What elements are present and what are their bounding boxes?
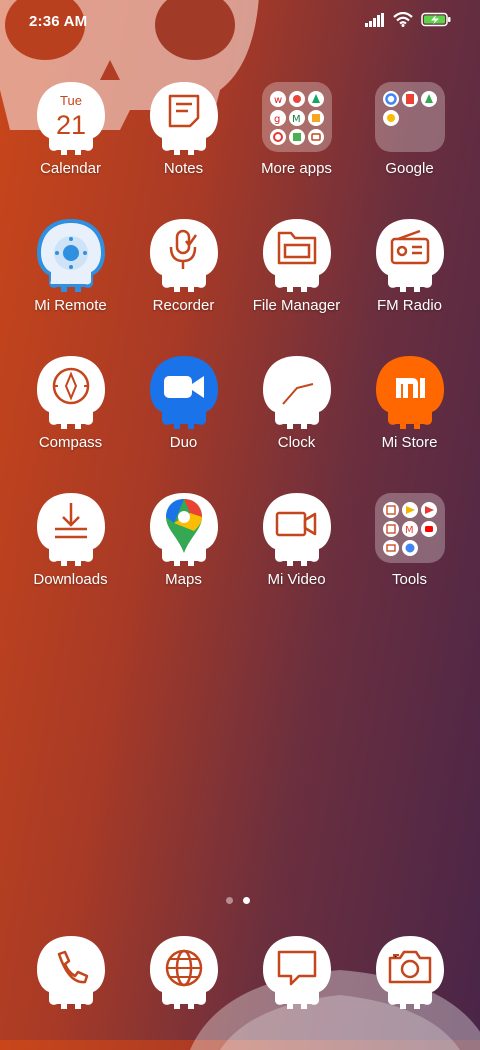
app-recorder[interactable]: Recorder <box>127 217 240 337</box>
status-time: 2:36 AM <box>29 13 88 30</box>
page-indicator[interactable] <box>226 897 250 904</box>
app-clock[interactable]: Clock <box>240 354 353 474</box>
dock-messages[interactable] <box>261 934 333 1012</box>
calendar-day-number: 21 <box>55 110 87 140</box>
app-label: Tools <box>391 571 428 588</box>
mi-logo-icon <box>376 356 444 429</box>
app-file-manager[interactable]: File Manager <box>240 217 353 337</box>
folder-mini-icons: M <box>383 502 437 556</box>
wifi-icon <box>393 12 413 27</box>
app-downloads[interactable]: Downloads <box>14 491 127 611</box>
page-dot-active[interactable] <box>243 897 250 904</box>
folder-more-apps[interactable]: w g M More apps <box>240 80 353 200</box>
compass-icon <box>37 356 105 429</box>
app-maps[interactable]: Maps <box>127 491 240 611</box>
app-duo[interactable]: Duo <box>127 354 240 474</box>
app-label: Mi Remote <box>34 297 107 314</box>
video-call-icon <box>150 356 218 429</box>
svg-text:w: w <box>274 95 282 106</box>
folder-more-apps-preview: w g M <box>262 82 332 152</box>
svg-text:g: g <box>274 114 280 125</box>
remote-icon <box>37 219 105 292</box>
app-label: More apps <box>261 160 332 177</box>
microphone-icon <box>150 219 218 292</box>
app-label: Clock <box>277 434 316 451</box>
app-label: Recorder <box>152 297 215 314</box>
app-mi-video[interactable]: Mi Video <box>240 491 353 611</box>
download-icon <box>37 493 105 566</box>
app-label: Google <box>385 160 434 177</box>
app-calendar[interactable]: Tue 21 Calendar <box>14 80 127 200</box>
calendar-day-name: Tue <box>60 93 82 108</box>
app-notes[interactable]: Notes <box>127 80 240 200</box>
folder-icon <box>263 219 331 292</box>
video-camera-icon <box>263 493 331 566</box>
app-label: Downloads <box>33 571 108 588</box>
app-label: Compass <box>38 434 103 451</box>
dock-phone[interactable] <box>35 934 107 1012</box>
maps-pin-icon <box>150 493 218 566</box>
battery-charging-icon <box>421 12 451 27</box>
status-bar: 2:36 AM <box>0 0 480 44</box>
phone-icon <box>37 936 105 1009</box>
page-dot[interactable] <box>226 897 233 904</box>
app-label: FM Radio <box>376 297 443 314</box>
globe-icon <box>150 936 218 1009</box>
dock-camera[interactable] <box>374 934 446 1012</box>
folder-mini-icons: w g M <box>270 91 324 145</box>
clock-icon <box>263 356 331 429</box>
app-mi-store[interactable]: Mi Store <box>353 354 466 474</box>
notes-icon <box>150 82 218 155</box>
app-label: File Manager <box>252 297 341 314</box>
folder-mini-icons <box>383 91 437 126</box>
app-mi-remote[interactable]: Mi Remote <box>14 217 127 337</box>
app-label: Mi Video <box>267 571 326 588</box>
folder-google-preview <box>375 82 445 152</box>
camera-icon <box>376 936 444 1009</box>
app-label: Maps <box>165 571 202 588</box>
signal-icon <box>365 12 384 27</box>
radio-icon <box>376 219 444 292</box>
dock-browser[interactable] <box>148 934 220 1012</box>
message-icon <box>263 936 331 1009</box>
svg-text:M: M <box>292 114 301 125</box>
app-label: Mi Store <box>381 434 438 451</box>
folder-google[interactable]: Google <box>353 80 466 200</box>
folder-tools[interactable]: M Tools <box>353 491 466 611</box>
app-label: Calendar <box>40 160 101 177</box>
app-fm-radio[interactable]: FM Radio <box>353 217 466 337</box>
svg-text:M: M <box>405 525 414 536</box>
app-compass[interactable]: Compass <box>14 354 127 474</box>
folder-tools-preview: M <box>375 493 445 563</box>
app-label: Duo <box>169 434 198 451</box>
app-label: Notes <box>163 160 204 177</box>
